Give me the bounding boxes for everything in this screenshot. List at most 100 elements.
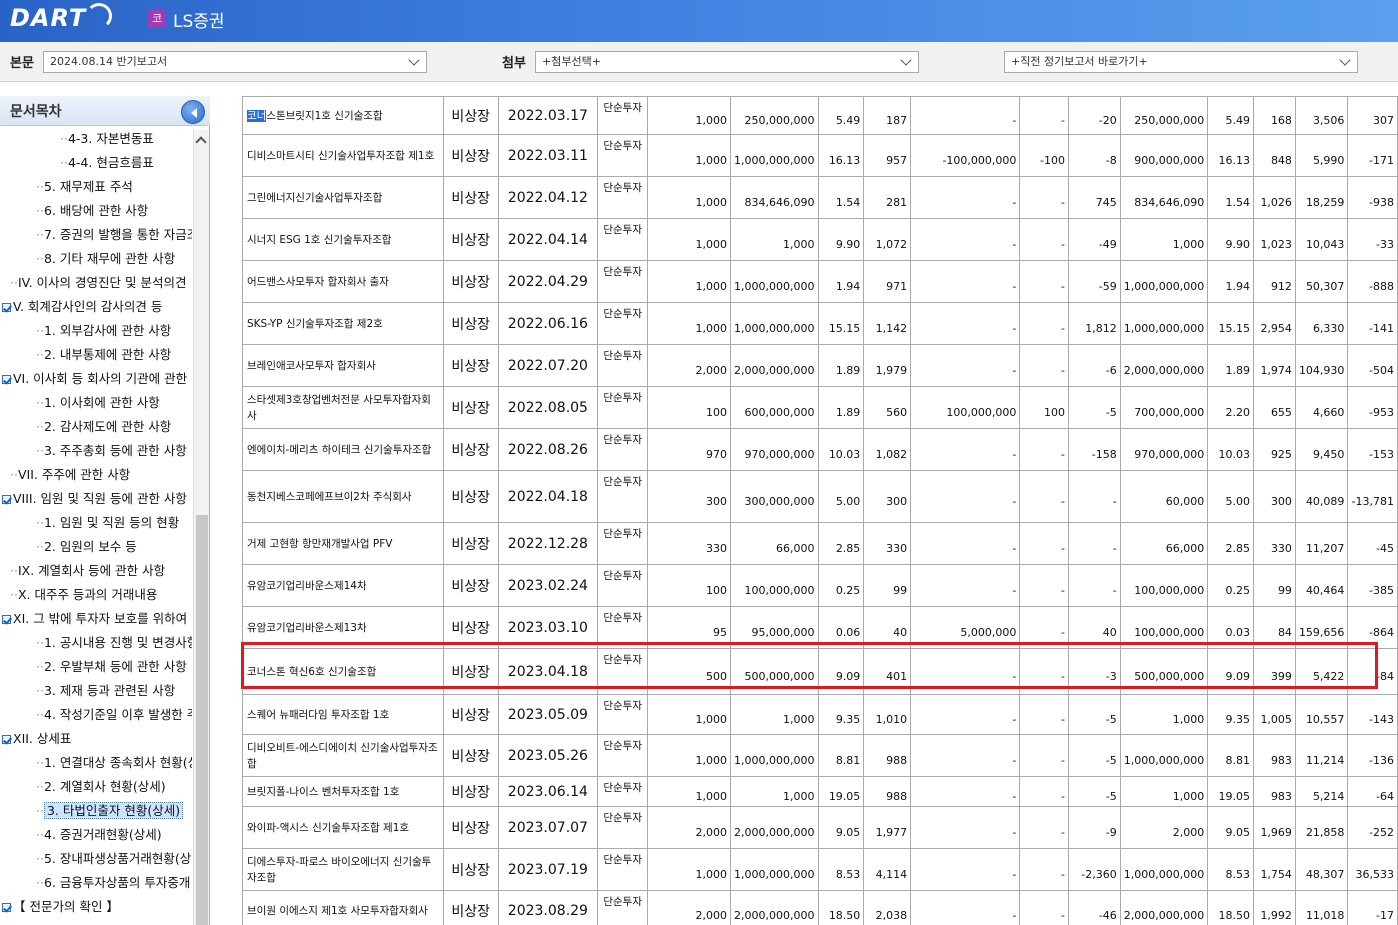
toc-item[interactable]: ··5. 장내파생상품거래현황(상 bbox=[36, 848, 191, 870]
value-cell: 36,533 bbox=[1347, 848, 1398, 891]
toc-title: 문서목차 bbox=[10, 104, 62, 120]
toc-item[interactable]: ·· 3. 타법인출자 현황(상세) bbox=[36, 800, 184, 822]
table-row: 디에스투자-파로스 바이오에너지 신기술투자조합 비상장 2023.07.19 단순투… bbox=[242, 848, 1398, 891]
value-cell: 60,000 bbox=[1119, 470, 1209, 523]
value-cell: 2.20 bbox=[1207, 386, 1255, 429]
tree-connector: ·· bbox=[36, 443, 44, 458]
value-cell: -6 bbox=[1067, 344, 1121, 387]
toc-item-label: 5. 재무제표 주석 bbox=[43, 179, 133, 194]
toc-item[interactable]: ··5. 재무제표 주석 bbox=[36, 176, 133, 198]
toc-item[interactable]: ··2. 계열회사 현황(상세) bbox=[36, 776, 166, 798]
value-cell: 330 bbox=[647, 522, 732, 565]
checkbox-icon[interactable] bbox=[2, 615, 11, 624]
toc-item[interactable]: ··3. 제재 등과 관련된 사항 bbox=[36, 680, 175, 702]
value-cell: 1,000 bbox=[647, 218, 732, 261]
value-cell: -143 bbox=[1347, 694, 1398, 735]
toc-item-label: 4-3. 자본변동표 bbox=[67, 131, 154, 146]
checkbox-icon[interactable] bbox=[2, 303, 11, 312]
value-cell: 9.05 bbox=[1207, 806, 1255, 849]
table-row: 동천지베스코페에프브이2차 주식회사 비상장 2022.04.18 단순투자 300 30… bbox=[242, 470, 1398, 523]
toc-header: 문서목차 bbox=[0, 96, 210, 126]
dart-logo[interactable]: DART bbox=[10, 4, 86, 34]
purpose-cell: 단순투자 bbox=[597, 890, 649, 925]
listed-cell: 비상장 bbox=[442, 694, 499, 735]
toc-item-label: IX. 계열회사 등에 관한 사항 bbox=[17, 563, 166, 578]
toc-item[interactable]: XII. 상세표 bbox=[2, 728, 71, 750]
toc-item[interactable]: ··1. 연결대상 종속회사 현황(상 bbox=[36, 752, 192, 774]
main-doc-select[interactable]: 2024.08.14 반기보고서 bbox=[43, 51, 427, 73]
toc-item[interactable]: ··1. 이사회에 관한 사항 bbox=[36, 392, 160, 414]
toc-item[interactable]: ··3. 주주총회 등에 관한 사항 bbox=[36, 440, 187, 462]
toc-item[interactable]: ··4-3. 자본변동표 bbox=[60, 130, 154, 150]
value-cell: 1,082 bbox=[863, 428, 912, 471]
toc-scrollbar[interactable] bbox=[193, 130, 209, 925]
value-cell: 48,307 bbox=[1294, 848, 1349, 891]
value-cell: -46 bbox=[1067, 890, 1121, 925]
value-cell: 988 bbox=[863, 776, 912, 807]
company-name-cell: 엔에이치-메리츠 하이테크 신기술투자조합 bbox=[242, 428, 444, 471]
value-cell: 1,000 bbox=[647, 734, 732, 777]
value-cell: 99 bbox=[1253, 564, 1296, 607]
value-cell: 971 bbox=[863, 260, 912, 303]
value-cell: 168 bbox=[1253, 96, 1296, 135]
recent-report-select[interactable]: +직전 정기보고서 바로가기+ bbox=[1004, 51, 1358, 73]
table-row: 브이원 이에스지 제1호 사모투자합자회사 비상장 2023.08.29 단순투자 2,… bbox=[242, 890, 1398, 925]
checkbox-icon[interactable] bbox=[2, 375, 11, 384]
toc-item[interactable]: ··8. 기타 재무에 관한 사항 bbox=[36, 248, 175, 270]
company-name-cell: 와이파-액시스 신기술투자조합 제1호 bbox=[242, 806, 444, 849]
toc-item[interactable]: ··X. 대주주 등과의 거래내용 bbox=[10, 584, 157, 606]
toc-item[interactable]: ··2. 우발부채 등에 관한 사항 bbox=[36, 656, 187, 678]
value-cell: 1,000,000,000 bbox=[730, 734, 819, 777]
toc-item[interactable]: ··4. 증권거래현황(상세) bbox=[36, 824, 162, 846]
value-cell: -136 bbox=[1347, 734, 1398, 777]
toc-item[interactable]: ··4-4. 현금흐름표 bbox=[60, 152, 154, 174]
toc-item[interactable]: ··2. 임원의 보수 등 bbox=[36, 536, 137, 558]
toc-item-label: 5. 장내파생상품거래현황(상 bbox=[43, 851, 192, 866]
company-name-cell: 시너지 ESG 1호 신기술투자조합 bbox=[242, 218, 444, 261]
toc-item[interactable]: ··VII. 주주에 관한 사항 bbox=[10, 464, 130, 486]
scroll-up-icon[interactable] bbox=[195, 136, 207, 148]
toc-item[interactable]: XI. 그 밖에 투자자 보호를 위하여 bbox=[2, 608, 187, 630]
value-cell: 281 bbox=[863, 176, 912, 219]
value-cell: 988 bbox=[863, 734, 912, 777]
toc-item-label: VIII. 임원 및 직원 등에 관한 사항 bbox=[13, 491, 187, 506]
checkbox-icon[interactable] bbox=[2, 735, 11, 744]
toc-item[interactable]: ··2. 감사제도에 관한 사항 bbox=[36, 416, 171, 438]
value-cell: 655 bbox=[1253, 386, 1296, 429]
toc-item[interactable]: ··4. 작성기준일 이후 발생한 주 bbox=[36, 704, 192, 726]
value-cell: 1,000 bbox=[647, 694, 732, 735]
value-cell: 250,000,000 bbox=[730, 96, 819, 135]
company-name: LS증권 bbox=[173, 12, 225, 32]
toc-item[interactable]: ··7. 증권의 발행을 통한 자금조 bbox=[36, 224, 192, 246]
toc-item[interactable]: ··IX. 계열회사 등에 관한 사항 bbox=[10, 560, 165, 582]
value-cell: 1,977 bbox=[863, 806, 912, 849]
value-cell: -17 bbox=[1347, 890, 1398, 925]
value-cell: 1,000 bbox=[647, 302, 732, 345]
attach-select[interactable]: +첨부선택+ bbox=[535, 51, 919, 73]
toc-item-label: 8. 기타 재무에 관한 사항 bbox=[43, 251, 176, 266]
toc-item[interactable]: 【 전문가의 확인 】 bbox=[2, 896, 119, 918]
toc-item[interactable]: ··1. 임원 및 직원 등의 현황 bbox=[36, 512, 179, 534]
toc-item[interactable]: ··6. 배당에 관한 사항 bbox=[36, 200, 148, 222]
toc-item[interactable]: ··1. 외부감사에 관한 사항 bbox=[36, 320, 171, 342]
collapse-left-icon[interactable] bbox=[181, 100, 205, 124]
scrollbar-thumb[interactable] bbox=[196, 515, 208, 925]
value-cell: 66,000 bbox=[1119, 522, 1209, 565]
value-cell: - bbox=[910, 260, 1021, 303]
value-cell: 1,000 bbox=[647, 776, 732, 807]
toc-item[interactable]: V. 회계감사인의 감사의견 등 bbox=[2, 296, 162, 318]
toc-item[interactable]: VIII. 임원 및 직원 등에 관한 사항 bbox=[2, 488, 187, 510]
toc-item[interactable]: VI. 이사회 등 회사의 기관에 관한 bbox=[2, 368, 187, 390]
toc-tree: ··4-3. 자본변동표 ··4-4. 현금흐름표 ··5. 재무제표 주석 ··6.… bbox=[0, 130, 192, 925]
checkbox-icon[interactable] bbox=[2, 903, 11, 912]
toc-item[interactable]: ··2. 내부통제에 관한 사항 bbox=[36, 344, 171, 366]
company-name-cell: 스타셋제3호창업벤처전문 사모투자합자회사 bbox=[242, 386, 444, 429]
toc-item[interactable]: ··IV. 이사의 경영진단 및 분석의견 bbox=[10, 272, 186, 294]
value-cell: 18,259 bbox=[1294, 176, 1349, 219]
checkbox-icon[interactable] bbox=[2, 495, 11, 504]
value-cell: 9.90 bbox=[817, 218, 865, 261]
value-cell: 1,974 bbox=[1253, 344, 1296, 387]
company-name-rest: 스톤브릿지1호 신기술조합 bbox=[266, 109, 383, 122]
toc-item[interactable]: ··1. 공시내용 진행 및 변경사항 bbox=[36, 632, 192, 654]
toc-item[interactable]: ··6. 금융투자상품의 투자중개 bbox=[36, 872, 190, 894]
